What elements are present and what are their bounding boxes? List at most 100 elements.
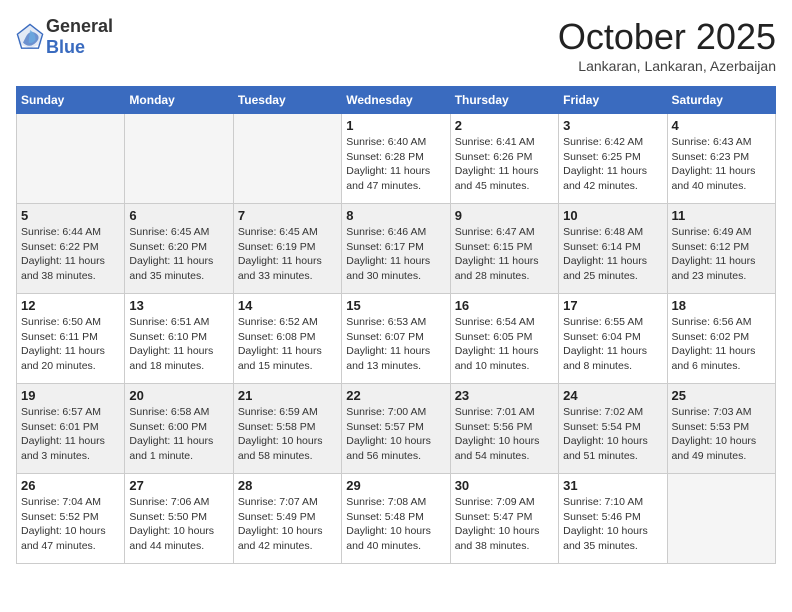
day-number: 1 xyxy=(346,118,445,133)
day-number: 14 xyxy=(238,298,337,313)
day-info: Sunrise: 6:45 AMSunset: 6:19 PMDaylight:… xyxy=(238,225,337,284)
calendar-cell: 13 Sunrise: 6:51 AMSunset: 6:10 PMDayligh… xyxy=(125,294,233,384)
calendar-cell: 7 Sunrise: 6:45 AMSunset: 6:19 PMDaylight… xyxy=(233,204,341,294)
month-title: October 2025 xyxy=(558,16,776,58)
day-number: 17 xyxy=(563,298,662,313)
day-info: Sunrise: 6:51 AMSunset: 6:10 PMDaylight:… xyxy=(129,315,228,374)
calendar-cell: 21Sunrise: 6:59 AMSunset: 5:58 PMDayligh… xyxy=(233,384,341,474)
day-info: Sunrise: 7:10 AMSunset: 5:46 PMDaylight:… xyxy=(563,495,662,554)
calendar-cell: 9 Sunrise: 6:47 AMSunset: 6:15 PMDaylight… xyxy=(450,204,558,294)
calendar-cell: 1 Sunrise: 6:40 AMSunset: 6:28 PMDaylight… xyxy=(342,114,450,204)
day-info: Sunrise: 6:47 AMSunset: 6:15 PMDaylight:… xyxy=(455,225,554,284)
calendar-cell: 22Sunrise: 7:00 AMSunset: 5:57 PMDayligh… xyxy=(342,384,450,474)
day-number: 2 xyxy=(455,118,554,133)
day-number: 31 xyxy=(563,478,662,493)
day-number: 7 xyxy=(238,208,337,223)
weekday-header-wednesday: Wednesday xyxy=(342,87,450,114)
calendar-cell: 20 Sunrise: 6:58 AMSunset: 6:00 PMDayligh… xyxy=(125,384,233,474)
day-info: Sunrise: 6:52 AMSunset: 6:08 PMDaylight:… xyxy=(238,315,337,374)
day-number: 11 xyxy=(672,208,771,223)
calendar-cell: 14 Sunrise: 6:52 AMSunset: 6:08 PMDayligh… xyxy=(233,294,341,384)
calendar-cell: 24 Sunrise: 7:02 AMSunset: 5:54 PMDayligh… xyxy=(559,384,667,474)
calendar-cell xyxy=(667,474,775,564)
calendar-cell: 8 Sunrise: 6:46 AMSunset: 6:17 PMDaylight… xyxy=(342,204,450,294)
day-info: Sunrise: 7:03 AMSunset: 5:53 PMDaylight:… xyxy=(672,405,771,464)
calendar-cell: 6 Sunrise: 6:45 AMSunset: 6:20 PMDaylight… xyxy=(125,204,233,294)
calendar-table: SundayMondayTuesdayWednesdayThursdayFrid… xyxy=(16,86,776,564)
calendar-cell: 26Sunrise: 7:04 AMSunset: 5:52 PMDayligh… xyxy=(17,474,125,564)
day-info: Sunrise: 6:45 AMSunset: 6:20 PMDaylight:… xyxy=(129,225,228,284)
logo-wordmark: General Blue xyxy=(46,16,113,58)
day-number: 6 xyxy=(129,208,228,223)
day-number: 20 xyxy=(129,388,228,403)
calendar-cell xyxy=(233,114,341,204)
calendar-cell: 4 Sunrise: 6:43 AMSunset: 6:23 PMDaylight… xyxy=(667,114,775,204)
calendar-cell: 19 Sunrise: 6:57 AMSunset: 6:01 PMDayligh… xyxy=(17,384,125,474)
calendar-cell: 28Sunrise: 7:07 AMSunset: 5:49 PMDayligh… xyxy=(233,474,341,564)
logo-general: General xyxy=(46,16,113,36)
weekday-header-saturday: Saturday xyxy=(667,87,775,114)
calendar-week-row: 26Sunrise: 7:04 AMSunset: 5:52 PMDayligh… xyxy=(17,474,776,564)
weekday-header-thursday: Thursday xyxy=(450,87,558,114)
logo: General Blue xyxy=(16,16,113,58)
day-info: Sunrise: 6:53 AMSunset: 6:07 PMDaylight:… xyxy=(346,315,445,374)
location-subtitle: Lankaran, Lankaran, Azerbaijan xyxy=(558,58,776,74)
day-number: 27 xyxy=(129,478,228,493)
day-number: 4 xyxy=(672,118,771,133)
calendar-cell: 25 Sunrise: 7:03 AMSunset: 5:53 PMDayligh… xyxy=(667,384,775,474)
weekday-header-monday: Monday xyxy=(125,87,233,114)
day-info: Sunrise: 6:43 AMSunset: 6:23 PMDaylight:… xyxy=(672,135,771,194)
calendar-cell: 30 Sunrise: 7:09 AMSunset: 5:47 PMDayligh… xyxy=(450,474,558,564)
day-number: 9 xyxy=(455,208,554,223)
weekday-header-sunday: Sunday xyxy=(17,87,125,114)
calendar-cell: 5Sunrise: 6:44 AMSunset: 6:22 PMDaylight… xyxy=(17,204,125,294)
calendar-week-row: 19 Sunrise: 6:57 AMSunset: 6:01 PMDayligh… xyxy=(17,384,776,474)
day-info: Sunrise: 7:01 AMSunset: 5:56 PMDaylight:… xyxy=(455,405,554,464)
day-info: Sunrise: 6:41 AMSunset: 6:26 PMDaylight:… xyxy=(455,135,554,194)
day-info: Sunrise: 6:56 AMSunset: 6:02 PMDaylight:… xyxy=(672,315,771,374)
calendar-cell: 12Sunrise: 6:50 AMSunset: 6:11 PMDayligh… xyxy=(17,294,125,384)
day-info: Sunrise: 6:44 AMSunset: 6:22 PMDaylight:… xyxy=(21,225,120,284)
weekday-header-friday: Friday xyxy=(559,87,667,114)
title-block: October 2025 Lankaran, Lankaran, Azerbai… xyxy=(558,16,776,74)
calendar-cell: 29Sunrise: 7:08 AMSunset: 5:48 PMDayligh… xyxy=(342,474,450,564)
calendar-cell: 3Sunrise: 6:42 AMSunset: 6:25 PMDaylight… xyxy=(559,114,667,204)
calendar-week-row: 5Sunrise: 6:44 AMSunset: 6:22 PMDaylight… xyxy=(17,204,776,294)
calendar-cell: 15Sunrise: 6:53 AMSunset: 6:07 PMDayligh… xyxy=(342,294,450,384)
day-info: Sunrise: 6:40 AMSunset: 6:28 PMDaylight:… xyxy=(346,135,445,194)
day-number: 24 xyxy=(563,388,662,403)
day-number: 25 xyxy=(672,388,771,403)
day-info: Sunrise: 6:48 AMSunset: 6:14 PMDaylight:… xyxy=(563,225,662,284)
day-info: Sunrise: 7:09 AMSunset: 5:47 PMDaylight:… xyxy=(455,495,554,554)
day-number: 26 xyxy=(21,478,120,493)
day-info: Sunrise: 6:57 AMSunset: 6:01 PMDaylight:… xyxy=(21,405,120,464)
day-number: 19 xyxy=(21,388,120,403)
day-number: 12 xyxy=(21,298,120,313)
day-info: Sunrise: 7:02 AMSunset: 5:54 PMDaylight:… xyxy=(563,405,662,464)
day-number: 21 xyxy=(238,388,337,403)
day-number: 23 xyxy=(455,388,554,403)
calendar-cell: 2 Sunrise: 6:41 AMSunset: 6:26 PMDaylight… xyxy=(450,114,558,204)
day-number: 28 xyxy=(238,478,337,493)
calendar-week-row: 1 Sunrise: 6:40 AMSunset: 6:28 PMDaylight… xyxy=(17,114,776,204)
calendar-cell: 11 Sunrise: 6:49 AMSunset: 6:12 PMDayligh… xyxy=(667,204,775,294)
day-number: 18 xyxy=(672,298,771,313)
logo-icon xyxy=(16,23,44,51)
day-number: 30 xyxy=(455,478,554,493)
day-info: Sunrise: 7:08 AMSunset: 5:48 PMDaylight:… xyxy=(346,495,445,554)
day-number: 13 xyxy=(129,298,228,313)
calendar-cell: 16Sunrise: 6:54 AMSunset: 6:05 PMDayligh… xyxy=(450,294,558,384)
day-info: Sunrise: 6:49 AMSunset: 6:12 PMDaylight:… xyxy=(672,225,771,284)
calendar-cell xyxy=(125,114,233,204)
weekday-header-tuesday: Tuesday xyxy=(233,87,341,114)
calendar-cell: 31 Sunrise: 7:10 AMSunset: 5:46 PMDayligh… xyxy=(559,474,667,564)
calendar-cell: 23 Sunrise: 7:01 AMSunset: 5:56 PMDayligh… xyxy=(450,384,558,474)
calendar-cell: 27Sunrise: 7:06 AMSunset: 5:50 PMDayligh… xyxy=(125,474,233,564)
day-info: Sunrise: 6:58 AMSunset: 6:00 PMDaylight:… xyxy=(129,405,228,464)
day-info: Sunrise: 6:54 AMSunset: 6:05 PMDaylight:… xyxy=(455,315,554,374)
day-number: 3 xyxy=(563,118,662,133)
day-info: Sunrise: 6:55 AMSunset: 6:04 PMDaylight:… xyxy=(563,315,662,374)
day-number: 8 xyxy=(346,208,445,223)
logo-blue: Blue xyxy=(46,37,85,57)
day-info: Sunrise: 6:46 AMSunset: 6:17 PMDaylight:… xyxy=(346,225,445,284)
